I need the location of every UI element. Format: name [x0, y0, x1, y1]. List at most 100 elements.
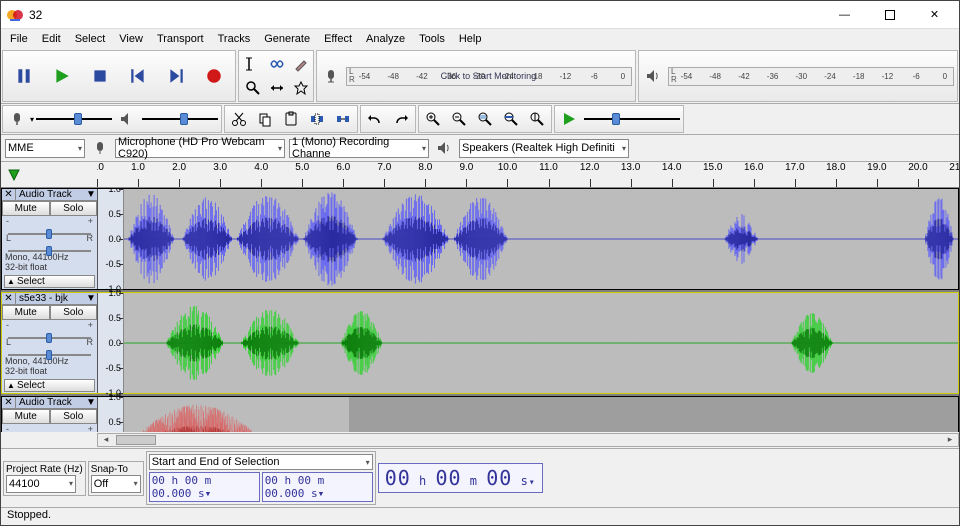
titlebar: 32 — ✕: [1, 1, 959, 29]
pan-slider[interactable]: [8, 245, 91, 248]
undo-button[interactable]: [363, 107, 387, 131]
menu-tracks[interactable]: Tracks: [211, 31, 258, 47]
stop-button[interactable]: [82, 58, 118, 94]
playback-meter[interactable]: LR -54-48-42-36-30-24-18-12-60: [668, 67, 954, 86]
record-button[interactable]: [196, 58, 232, 94]
track-select-button[interactable]: Select: [4, 275, 95, 288]
multi-tool[interactable]: [289, 76, 313, 100]
zoom-toggle-button[interactable]: [525, 107, 549, 131]
trim-button[interactable]: [305, 107, 329, 131]
pan-slider[interactable]: [8, 349, 91, 352]
menu-effect[interactable]: Effect: [317, 31, 359, 47]
menu-help[interactable]: Help: [452, 31, 489, 47]
menu-tools[interactable]: Tools: [412, 31, 452, 47]
track-2[interactable]: ✕Audio Track▼MuteSolo-+LRMono, 44100Hz32…: [1, 396, 959, 432]
speaker-icon: [115, 107, 139, 131]
close-button[interactable]: ✕: [912, 2, 957, 28]
vertical-scale: 1.00.50.0-0.5-1.0: [98, 293, 124, 393]
track-close-button[interactable]: ✕: [2, 397, 16, 408]
gain-slider[interactable]: [8, 228, 91, 231]
play-device-combo[interactable]: Speakers (Realtek High Definiti▾: [459, 139, 629, 158]
timeline-ruler[interactable]: 0.01.02.03.04.05.06.07.08.09.010.011.012…: [1, 162, 959, 188]
track-menu-button[interactable]: ▼: [85, 293, 97, 304]
menu-file[interactable]: File: [3, 31, 35, 47]
pin-icon[interactable]: [7, 168, 21, 182]
snap-to-label: Snap-To: [91, 464, 141, 475]
gain-slider[interactable]: [8, 332, 91, 335]
zoom-tool[interactable]: [241, 76, 265, 100]
selection-toolbar: Project Rate (Hz) 44100▾ Snap-To Off▾ St…: [1, 448, 959, 507]
waveform[interactable]: [124, 397, 958, 432]
audio-host-combo[interactable]: MME▾: [5, 139, 85, 158]
solo-button[interactable]: Solo: [50, 201, 98, 216]
recording-meter[interactable]: LR Click to Start Monitoring-54-48-42-36…: [346, 67, 632, 86]
project-rate-label: Project Rate (Hz): [6, 464, 83, 475]
track-name[interactable]: Audio Track: [16, 189, 85, 200]
track-0[interactable]: ✕Audio Track▼MuteSolo-+LRMono, 44100Hz32…: [1, 188, 959, 290]
track-name[interactable]: Audio Track: [16, 397, 85, 408]
selection-start-time[interactable]: 00 h 00 m 00.000 s▾: [149, 472, 260, 502]
window-title: 32: [29, 8, 822, 22]
track-close-button[interactable]: ✕: [2, 189, 16, 200]
track-name[interactable]: s5e33 - bjk: [16, 293, 85, 304]
snap-to-combo[interactable]: Off▾: [91, 475, 141, 493]
cut-button[interactable]: [227, 107, 251, 131]
menu-view[interactable]: View: [112, 31, 150, 47]
draw-tool[interactable]: [289, 52, 313, 76]
selection-tool[interactable]: [241, 52, 265, 76]
rec-device-icon: [88, 136, 112, 160]
audio-position[interactable]: 00 h 00 m 00 s▾: [378, 463, 543, 493]
mute-button[interactable]: Mute: [2, 409, 50, 424]
project-rate-combo[interactable]: 44100▾: [6, 475, 76, 493]
envelope-tool[interactable]: [265, 52, 289, 76]
mute-button[interactable]: Mute: [2, 305, 50, 320]
menu-generate[interactable]: Generate: [257, 31, 317, 47]
playback-speed-slider[interactable]: [582, 110, 682, 128]
play-button[interactable]: [44, 58, 80, 94]
skip-end-button[interactable]: [158, 58, 194, 94]
status-bar: Stopped.: [1, 507, 959, 525]
rec-channels-combo[interactable]: 1 (Mono) Recording Channe▾: [289, 139, 429, 158]
maximize-button[interactable]: [867, 2, 912, 28]
fit-selection-button[interactable]: [473, 107, 497, 131]
skip-start-button[interactable]: [120, 58, 156, 94]
app-window: 32 — ✕ File Edit Select View Transport T…: [0, 0, 960, 526]
silence-button[interactable]: [331, 107, 355, 131]
play-device-icon: [432, 136, 456, 160]
track-menu-button[interactable]: ▼: [85, 397, 97, 408]
play-meter-icon[interactable]: [641, 64, 665, 88]
waveform[interactable]: [124, 293, 958, 393]
solo-button[interactable]: Solo: [50, 409, 98, 424]
zoom-out-button[interactable]: [447, 107, 471, 131]
horizontal-scrollbar[interactable]: ◂▸: [1, 432, 959, 448]
paste-button[interactable]: [279, 107, 303, 131]
redo-button[interactable]: [389, 107, 413, 131]
toolbar-row-1: LR Click to Start Monitoring-54-48-42-36…: [1, 49, 959, 104]
track-close-button[interactable]: ✕: [2, 293, 16, 304]
waveform[interactable]: [124, 189, 958, 289]
menu-transport[interactable]: Transport: [150, 31, 211, 47]
track-panel: ✕s5e33 - bjk▼MuteSolo-+LRMono, 44100Hz32…: [2, 293, 98, 393]
rec-device-combo[interactable]: Microphone (HD Pro Webcam C920)▾: [115, 139, 285, 158]
timeshift-tool[interactable]: [265, 76, 289, 100]
solo-button[interactable]: Solo: [50, 305, 98, 320]
selection-end-time[interactable]: 00 h 00 m 00.000 s▾: [262, 472, 373, 502]
pause-button[interactable]: [6, 58, 42, 94]
track-select-button[interactable]: Select: [4, 379, 95, 392]
menu-analyze[interactable]: Analyze: [359, 31, 412, 47]
copy-button[interactable]: [253, 107, 277, 131]
zoom-in-button[interactable]: [421, 107, 445, 131]
vertical-scale: 1.00.50.0-0.5-1.0: [98, 397, 124, 432]
track-1[interactable]: ✕s5e33 - bjk▼MuteSolo-+LRMono, 44100Hz32…: [1, 292, 959, 394]
menu-edit[interactable]: Edit: [35, 31, 68, 47]
minimize-button[interactable]: —: [822, 2, 867, 28]
play-volume-slider[interactable]: [140, 110, 220, 128]
mute-button[interactable]: Mute: [2, 201, 50, 216]
selection-type-combo[interactable]: Start and End of Selection▾: [149, 454, 373, 470]
rec-volume-slider[interactable]: [34, 110, 114, 128]
track-menu-button[interactable]: ▼: [85, 189, 97, 200]
play-at-speed-button[interactable]: [557, 107, 581, 131]
menu-select[interactable]: Select: [68, 31, 113, 47]
rec-meter-icon[interactable]: [319, 64, 343, 88]
fit-project-button[interactable]: [499, 107, 523, 131]
